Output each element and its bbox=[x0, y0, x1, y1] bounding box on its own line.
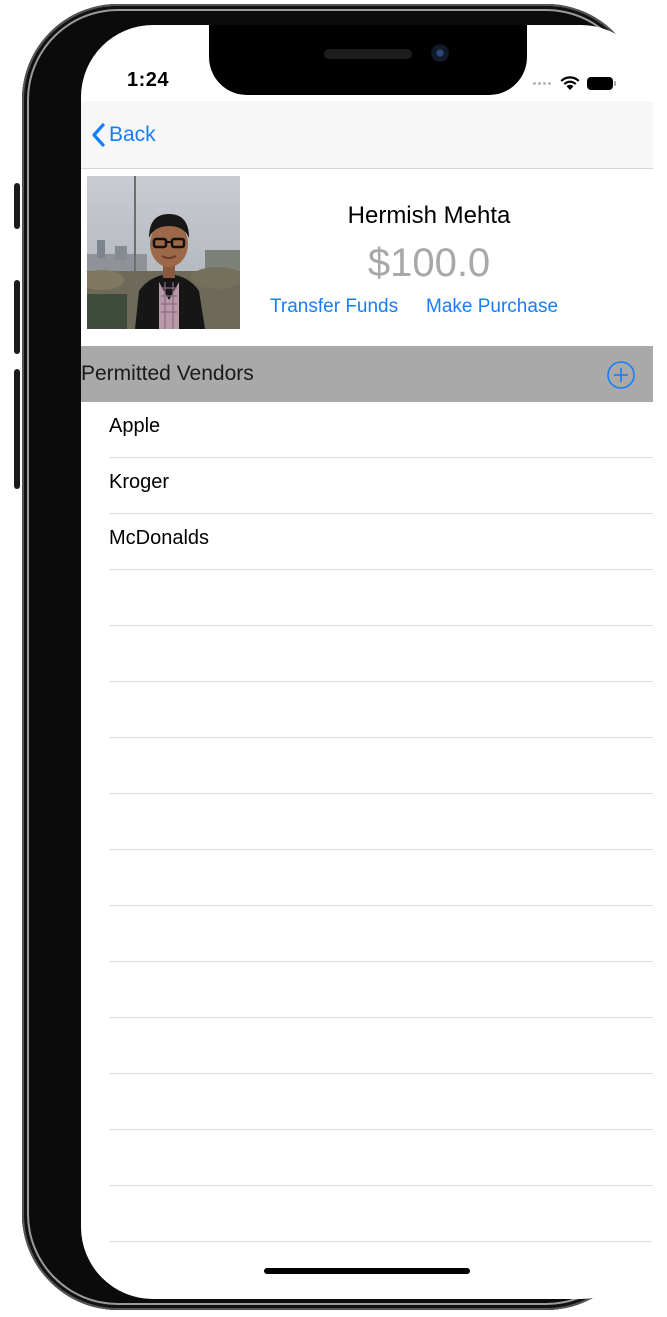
empty-row bbox=[109, 1018, 653, 1074]
list-item[interactable]: Apple bbox=[109, 402, 653, 458]
empty-row bbox=[109, 1074, 653, 1130]
navigation-bar: Back bbox=[81, 101, 653, 169]
transfer-funds-button[interactable]: Transfer Funds bbox=[270, 296, 398, 318]
empty-row bbox=[109, 1186, 653, 1242]
status-time: 1:24 bbox=[127, 69, 170, 91]
screen: 1:24 Back Hermish Mehta $100.0 Transfer … bbox=[81, 25, 653, 1299]
make-purchase-button[interactable]: Make Purchase bbox=[426, 296, 558, 318]
vendor-name: Apple bbox=[109, 415, 161, 437]
account-balance: $100.0 bbox=[367, 241, 491, 285]
status-indicators bbox=[533, 73, 616, 93]
home-indicator[interactable] bbox=[264, 1268, 470, 1274]
device-frame: 1:24 Back Hermish Mehta $100.0 Transfer … bbox=[22, 4, 653, 1310]
list-item[interactable]: McDonalds bbox=[109, 514, 653, 570]
notch bbox=[209, 25, 527, 95]
empty-row bbox=[109, 794, 653, 850]
volume-up-button bbox=[14, 280, 20, 354]
empty-row bbox=[109, 906, 653, 962]
back-button[interactable]: Back bbox=[91, 123, 156, 147]
empty-row bbox=[109, 1130, 653, 1186]
vendor-name: McDonalds bbox=[109, 527, 210, 549]
empty-row bbox=[109, 570, 653, 626]
account-name: Hermish Mehta bbox=[347, 202, 511, 229]
battery-icon bbox=[587, 76, 616, 90]
empty-row bbox=[109, 738, 653, 794]
vendor-list: Apple Kroger McDonalds bbox=[81, 402, 653, 1242]
empty-row bbox=[109, 962, 653, 1018]
wifi-icon bbox=[560, 76, 580, 90]
back-chevron-icon bbox=[92, 123, 105, 147]
list-item[interactable]: Kroger bbox=[109, 458, 653, 514]
add-circle-icon[interactable] bbox=[606, 360, 636, 390]
speaker-grille bbox=[324, 49, 412, 59]
profile-photo bbox=[87, 176, 240, 329]
permitted-vendors-header: Permitted Vendors bbox=[81, 346, 653, 402]
empty-row bbox=[109, 850, 653, 906]
section-title: Permitted Vendors bbox=[81, 362, 254, 385]
back-label: Back bbox=[109, 123, 156, 146]
vendor-name: Kroger bbox=[109, 471, 170, 493]
empty-row bbox=[109, 626, 653, 682]
empty-row bbox=[109, 682, 653, 738]
front-camera bbox=[431, 44, 449, 62]
volume-down-button bbox=[14, 369, 20, 489]
signal-dots-icon bbox=[533, 81, 551, 85]
mute-switch bbox=[14, 183, 20, 229]
